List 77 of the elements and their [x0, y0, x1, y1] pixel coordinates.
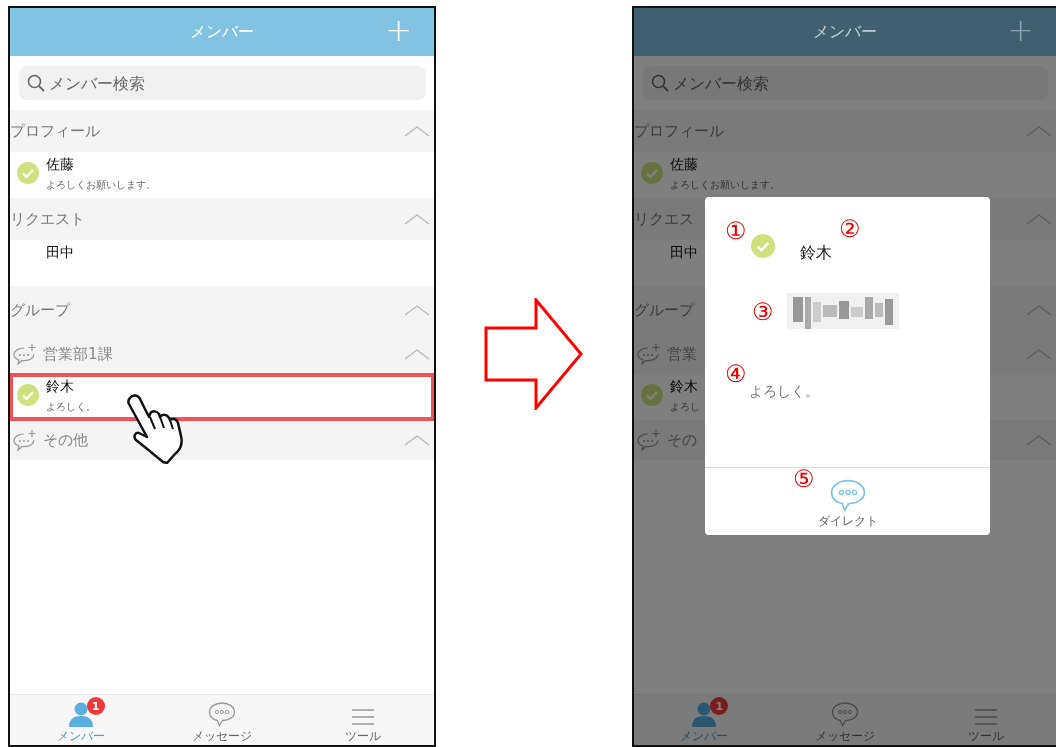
search-icon [27, 74, 45, 92]
tab[interactable]: 1 メンバー [10, 695, 152, 745]
member-name: 鈴木 [46, 378, 75, 396]
section-header[interactable]: リクエスト [10, 198, 434, 240]
section-header[interactable]: プロフィール [10, 110, 434, 152]
member-name: 佐藤 [46, 156, 75, 174]
group-chat-icon [13, 429, 37, 451]
search-bar[interactable]: メンバー検索 [19, 66, 426, 100]
tab-label: ツール [967, 729, 1004, 744]
annotation-number: ⑤ [793, 467, 815, 491]
section-label: プロフィール [10, 121, 100, 141]
chevron-up-icon[interactable] [1026, 304, 1052, 316]
member-message: よろしく。 [749, 383, 819, 401]
chevron-up-icon[interactable] [404, 434, 430, 446]
chat-bubble-icon [828, 478, 867, 512]
tab-label: メッセージ [815, 729, 875, 744]
search-field[interactable]: メンバー検索 [673, 73, 1040, 93]
group-chat-icon [13, 343, 37, 365]
search-field[interactable]: メンバー検索 [49, 73, 418, 93]
member-name: 鈴木 [670, 378, 699, 396]
section-header[interactable]: グループ [10, 286, 434, 334]
tab-label: ツール [345, 729, 382, 744]
direct-message-button[interactable]: ダイレクト [817, 478, 878, 529]
search-icon [651, 74, 669, 92]
tab-label: メンバー [56, 729, 105, 744]
annotation-number: ④ [725, 362, 747, 386]
group-chat-icon [637, 429, 661, 451]
member-name: 田中 [670, 244, 698, 262]
group-header[interactable]: 営業部1課 [10, 334, 434, 374]
member-name: 佐藤 [670, 156, 699, 174]
member-message: よろしくお願いします。 [46, 178, 156, 192]
notification-badge: 1 [86, 697, 105, 715]
notification-badge: 1 [710, 697, 729, 715]
section-label: リクエス [634, 209, 694, 229]
section-label: リクエスト [10, 209, 85, 229]
chat-bubble-icon [831, 701, 859, 727]
chevron-up-icon[interactable] [1026, 348, 1052, 360]
member-name: 田中 [46, 244, 74, 262]
screen-title: メンバー [190, 21, 254, 43]
tab[interactable]: ツール [292, 695, 434, 745]
annotation-number: ③ [752, 300, 774, 324]
chat-bubble-icon [208, 701, 236, 727]
annotation-number: ① [725, 219, 747, 243]
add-button[interactable]: + [1007, 12, 1034, 48]
annotation-number: ② [839, 217, 861, 241]
section-label: グループ [634, 300, 694, 320]
menu-icon [973, 707, 998, 727]
screen-title: メンバー [813, 21, 877, 43]
menu-icon [351, 707, 376, 727]
member-message: よろしく。 [46, 400, 96, 414]
chevron-up-icon[interactable] [404, 125, 430, 137]
member-row[interactable]: 鈴木 よろしく。 [10, 374, 434, 420]
tab[interactable]: メッセージ [151, 695, 293, 745]
tab-label: メッセージ [192, 729, 252, 744]
chevron-up-icon[interactable] [1026, 213, 1052, 225]
group-label: その他 [43, 430, 88, 450]
person-icon [67, 701, 94, 727]
group-label: 営業部1課 [43, 344, 113, 364]
group-chat-icon [637, 343, 661, 365]
search-bar[interactable]: メンバー検索 [643, 66, 1048, 100]
chevron-up-icon[interactable] [404, 348, 430, 360]
member-name: 鈴木 [800, 243, 832, 264]
tab[interactable]: メッセージ [774, 695, 916, 745]
right-arrow-icon [484, 298, 584, 410]
member-message: よろしくお願いします。 [670, 178, 780, 192]
person-icon [691, 701, 718, 727]
chevron-up-icon[interactable] [404, 213, 430, 225]
tab-label: メンバー [680, 729, 729, 744]
chevron-up-icon[interactable] [1026, 125, 1052, 137]
member-message: よろし [670, 400, 700, 414]
chevron-up-icon[interactable] [1026, 434, 1052, 446]
section-label: プロフィール [634, 121, 724, 141]
chevron-up-icon[interactable] [404, 304, 430, 316]
tab[interactable]: ツール [915, 695, 1056, 745]
section-header[interactable]: プロフィール [634, 110, 1056, 152]
section-label: グループ [10, 300, 70, 320]
tab[interactable]: 1 メンバー [634, 695, 775, 745]
